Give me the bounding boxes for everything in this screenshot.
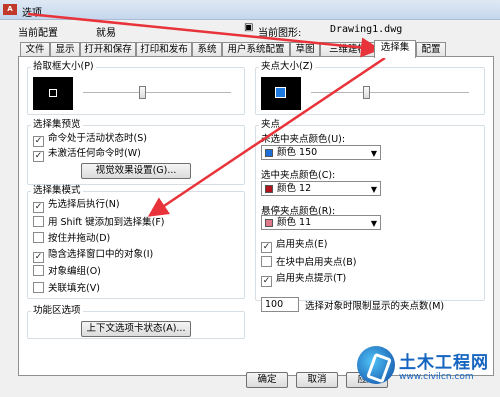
grip-option-checkbox[interactable]: ✓ 启用夹点提示(T) <box>261 273 346 287</box>
grip-size-slider-track <box>311 92 469 94</box>
tab-user-preferences[interactable]: 用户系统配置 <box>222 42 290 57</box>
checkbox-icon: ✓ <box>261 276 272 287</box>
checkbox-icon: ✓ <box>33 136 44 147</box>
ok-button[interactable]: 确定 <box>246 372 288 388</box>
chevron-down-icon: ▼ <box>370 185 377 194</box>
selection-mode-checkbox[interactable]: ✓ 先选择后执行(N) <box>33 199 120 213</box>
tab-files[interactable]: 文件 <box>20 42 50 57</box>
grip-size-preview <box>261 77 301 110</box>
preview-no-command-checkbox[interactable]: ✓ 未激活任何命令时(W) <box>33 148 141 162</box>
selection-tab-panel: 拾取框大小(P) 选择集预览 ✓ 命令处于活动状态时(S) ✓ 未激活任何命令时(W… <box>18 56 494 376</box>
checkbox-icon <box>33 232 44 243</box>
grip-option-checkbox[interactable]: 在块中启用夹点(B) <box>261 256 356 269</box>
grip-limit-input[interactable]: 100 <box>261 297 299 312</box>
watermark-name: 土木工程网 <box>399 353 489 373</box>
selection-mode-checkbox[interactable]: 按住并拖动(D) <box>33 232 110 245</box>
checkbox-icon <box>33 281 44 293</box>
current-config-value: 就易 <box>96 28 116 39</box>
grip-size-title: 夹点大小(Z) <box>259 61 315 72</box>
grips-title: 夹点 <box>259 119 283 130</box>
chevron-down-icon: ▼ <box>370 149 377 158</box>
checkbox-icon <box>261 256 272 267</box>
ribbon-options-title: 功能区选项 <box>31 305 83 316</box>
grip-size-slider-thumb[interactable] <box>363 86 371 99</box>
unselected-grip-color-select[interactable]: 颜色 150 ▼ <box>261 145 381 160</box>
civilcn-logo-icon <box>357 346 395 384</box>
selected-grip-color-label: 选中夹点颜色(C): <box>261 170 336 181</box>
color-swatch <box>265 219 273 227</box>
tab-display[interactable]: 显示 <box>50 42 80 57</box>
checkbox-icon: ✓ <box>33 251 44 263</box>
pickbox-slider-track <box>83 92 231 94</box>
checkbox-icon <box>33 215 44 227</box>
watermark: 土木工程网 www.civilcn.com <box>355 342 500 397</box>
selection-mode-checkbox[interactable]: 用 Shift 键添加到选择集(F) <box>33 215 165 229</box>
pickbox-slider-thumb[interactable] <box>139 86 147 99</box>
preview-active-command-checkbox[interactable]: ✓ 命令处于活动状态时(S) <box>33 133 147 147</box>
window-title: 选项 <box>22 8 42 19</box>
drawing-icon: ▣ <box>244 22 254 33</box>
pickbox-square-icon <box>49 89 57 97</box>
pickbox-title: 拾取框大小(P) <box>31 61 96 72</box>
color-swatch <box>265 185 273 193</box>
pickbox-preview <box>33 77 73 110</box>
profile-row: 当前配置 就易 ▣ 当前图形: Drawing1.dwg <box>0 22 500 39</box>
color-swatch <box>265 149 273 157</box>
selection-mode-checkbox[interactable]: 关联填充(V) <box>33 281 100 295</box>
current-drawing-label: 当前图形: <box>258 28 302 39</box>
autocad-app-icon: A <box>3 4 17 15</box>
tab-drafting[interactable]: 草图 <box>290 42 320 57</box>
cancel-button[interactable]: 取消 <box>296 372 338 388</box>
selected-grip-color-select[interactable]: 颜色 12 ▼ <box>261 181 381 196</box>
visual-effects-settings-button[interactable]: 视觉效果设置(G)... <box>81 163 191 179</box>
checkbox-icon: ✓ <box>33 202 44 213</box>
options-tabs: 文件 显示 打开和保存 打印和发布 系统 用户系统配置 草图 三维建模 选择集 … <box>18 40 498 58</box>
tab-plot-publish[interactable]: 打印和发布 <box>136 42 192 57</box>
current-config-label: 当前配置 <box>18 28 58 39</box>
selection-modes-title: 选择集模式 <box>31 185 83 196</box>
checkbox-icon <box>33 265 44 276</box>
tab-open-save[interactable]: 打开和保存 <box>80 42 136 57</box>
grip-limit-label: 选择对象时限制显示的夹点数(M) <box>305 301 445 312</box>
hover-grip-color-select[interactable]: 颜色 11 ▼ <box>261 215 381 230</box>
selection-mode-checkbox[interactable]: ✓ 隐含选择窗口中的对象(I) <box>33 249 153 263</box>
checkbox-icon: ✓ <box>33 151 44 162</box>
selection-mode-checkbox[interactable]: 对象编组(O) <box>33 265 101 278</box>
tab-3d-modeling[interactable]: 三维建模 <box>320 42 376 57</box>
tab-profiles[interactable]: 配置 <box>416 42 446 57</box>
tab-system[interactable]: 系统 <box>192 42 222 57</box>
selection-preview-title: 选择集预览 <box>31 119 83 130</box>
watermark-url: www.civilcn.com <box>399 372 474 382</box>
current-drawing-value: Drawing1.dwg <box>330 24 403 35</box>
grip-option-checkbox[interactable]: ✓ 启用夹点(E) <box>261 239 327 253</box>
grip-square-icon <box>275 87 286 98</box>
checkbox-icon: ✓ <box>261 242 272 253</box>
chevron-down-icon: ▼ <box>370 219 377 228</box>
title-bar: A 选项 <box>0 0 500 20</box>
unselected-grip-color-label: 未选中夹点颜色(U): <box>261 134 346 145</box>
contextual-tab-states-button[interactable]: 上下文选项卡状态(A)... <box>81 321 191 337</box>
tab-selection[interactable]: 选择集 <box>374 40 416 58</box>
